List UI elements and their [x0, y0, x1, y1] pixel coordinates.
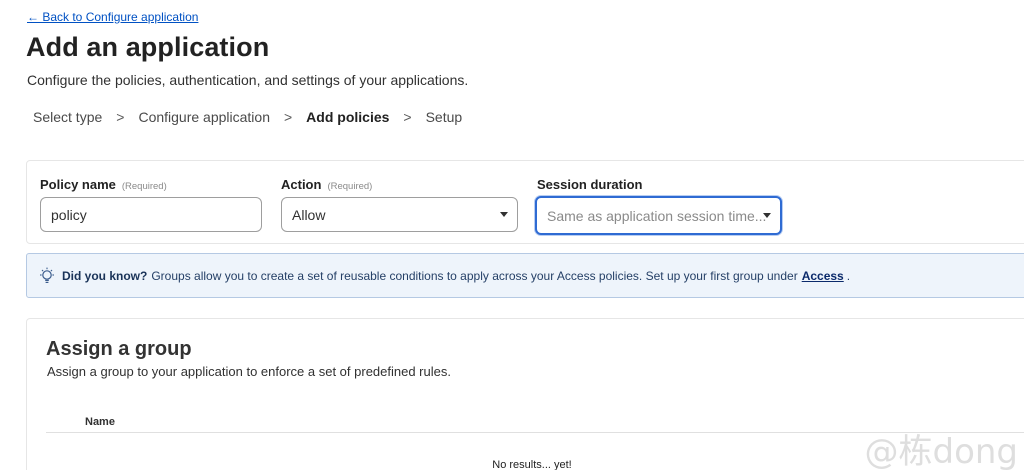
action-field: Action (Required) Allow [281, 177, 518, 232]
action-label: Action (Required) [281, 177, 372, 192]
policy-name-value: policy [51, 206, 87, 223]
column-header-name[interactable]: Name [85, 416, 115, 428]
chevron-down-icon [763, 213, 771, 218]
policy-name-field: Policy name (Required) policy [40, 177, 262, 232]
chevron-down-icon [500, 212, 508, 217]
step-select-type[interactable]: Select type [33, 109, 102, 125]
notice-tail: . [846, 268, 851, 283]
notice-lead: Did you know? [62, 268, 148, 283]
required-indicator: (Required) [327, 181, 373, 192]
access-link[interactable]: Access [802, 269, 844, 283]
session-duration-select[interactable]: Same as application session time... [535, 196, 782, 235]
step-configure-application[interactable]: Configure application [138, 109, 270, 125]
group-table-header: Name [46, 409, 1024, 433]
policy-name-input[interactable]: policy [40, 197, 262, 232]
policy-name-label-text: Policy name [40, 177, 116, 192]
session-duration-label: Session duration [537, 177, 642, 192]
group-section-title: Assign a group [46, 338, 192, 360]
lightbulb-icon [40, 267, 54, 283]
step-separator: > [403, 109, 412, 125]
step-breadcrumb: Select type > Configure application > Ad… [33, 109, 462, 125]
page-description: Configure the policies, authentication, … [27, 72, 469, 88]
assign-group-card: Assign a group Assign a group to your ap… [26, 318, 1024, 470]
action-label-text: Action [281, 177, 322, 192]
action-selected-value: Allow [292, 206, 326, 223]
policy-settings-card: Policy name (Required) policy Action (Re… [26, 160, 1024, 244]
session-duration-field: Session duration Same as application ses… [535, 177, 782, 235]
did-you-know-banner: Did you know? Groups allow you to create… [26, 253, 1024, 298]
back-to-configure-link[interactable]: ← Back to Configure application [27, 10, 198, 24]
session-duration-label-text: Session duration [537, 177, 643, 192]
page-title: Add an application [26, 32, 270, 62]
required-indicator: (Required) [121, 181, 167, 192]
action-select[interactable]: Allow [281, 197, 518, 232]
group-section-description: Assign a group to your application to en… [47, 364, 451, 379]
step-separator: > [283, 109, 293, 125]
step-setup[interactable]: Setup [426, 109, 463, 125]
empty-state-message: No results... yet! [492, 459, 572, 470]
notice-text: Groups allow you to create a set of reus… [151, 268, 798, 283]
step-add-policies: Add policies [306, 109, 390, 125]
step-separator: > [116, 109, 125, 125]
policy-name-label: Policy name (Required) [40, 177, 167, 192]
session-duration-placeholder: Same as application session time... [547, 207, 767, 224]
